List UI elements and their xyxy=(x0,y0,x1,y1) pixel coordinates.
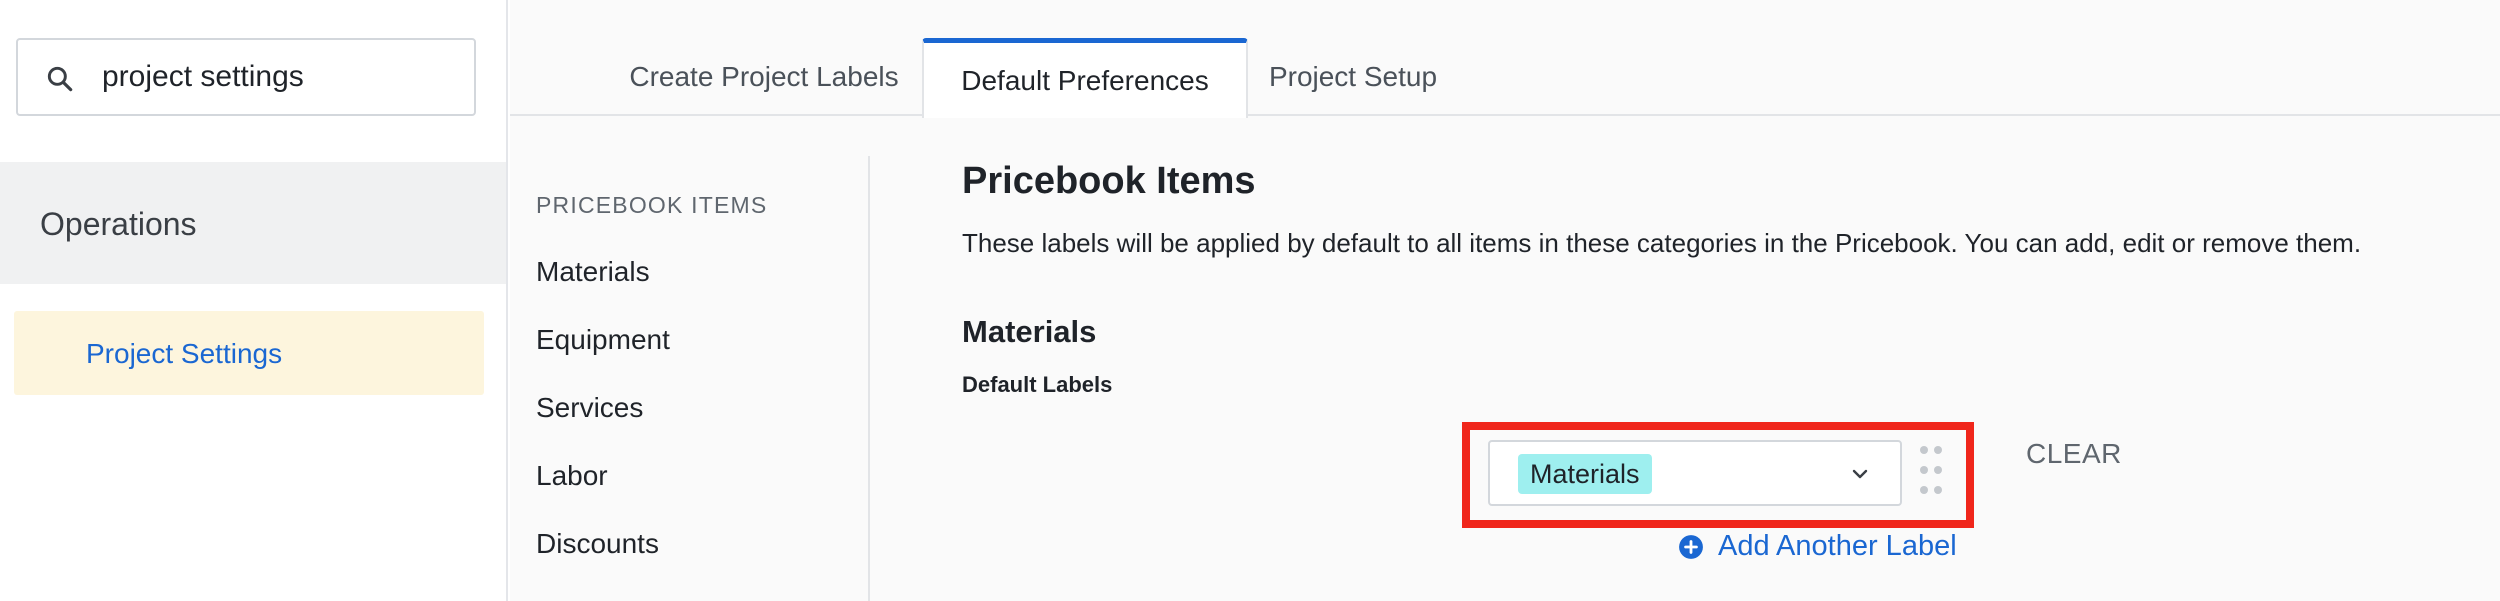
search-icon xyxy=(47,66,73,92)
add-label-text: Add Another Label xyxy=(1718,530,1957,562)
tab-bar: Create Project Labels Default Preference… xyxy=(510,0,2500,118)
page-title: Pricebook Items xyxy=(962,160,1256,202)
search-box[interactable] xyxy=(16,38,476,116)
subnav-item-labor[interactable]: Labor xyxy=(536,460,608,492)
plus-circle-icon xyxy=(1679,534,1703,559)
add-another-label-button[interactable]: Add Another Label xyxy=(1678,530,1957,563)
section-title: Materials xyxy=(962,314,1097,349)
chevron-down-icon[interactable] xyxy=(1848,462,1872,486)
tab-project-setup[interactable]: Project Setup xyxy=(1248,38,1458,116)
tab-create-project-labels[interactable]: Create Project Labels xyxy=(606,38,922,116)
sidebar-item-project-settings[interactable]: Project Settings xyxy=(14,311,484,395)
drag-handle-icon[interactable] xyxy=(1916,442,1946,498)
field-label: Default Labels xyxy=(962,372,1113,397)
subnav-item-services[interactable]: Services xyxy=(536,392,643,424)
label-chip[interactable]: Materials xyxy=(1518,454,1652,494)
page-description: These labels will be applied by default … xyxy=(962,228,2362,258)
pricebook-subnav: PRICEBOOK ITEMS Materials Equipment Serv… xyxy=(510,156,870,601)
subnav-item-equipment[interactable]: Equipment xyxy=(536,324,670,356)
main-panel: Create Project Labels Default Preference… xyxy=(510,0,2500,601)
sidebar-item-label: Project Settings xyxy=(86,338,283,369)
default-label-select[interactable]: Materials xyxy=(1488,440,1902,506)
subnav-item-discounts[interactable]: Discounts xyxy=(536,528,659,560)
sidebar-section-operations[interactable]: Operations xyxy=(0,162,506,284)
subnav-heading: PRICEBOOK ITEMS xyxy=(536,192,768,218)
subnav-item-materials[interactable]: Materials xyxy=(536,256,650,288)
clear-button[interactable]: CLEAR xyxy=(2026,438,2122,470)
sidebar-section-label: Operations xyxy=(40,206,197,242)
search-input[interactable] xyxy=(102,40,462,114)
tab-default-preferences[interactable]: Default Preferences xyxy=(922,38,1248,118)
left-sidebar: Operations Project Settings xyxy=(0,0,508,601)
